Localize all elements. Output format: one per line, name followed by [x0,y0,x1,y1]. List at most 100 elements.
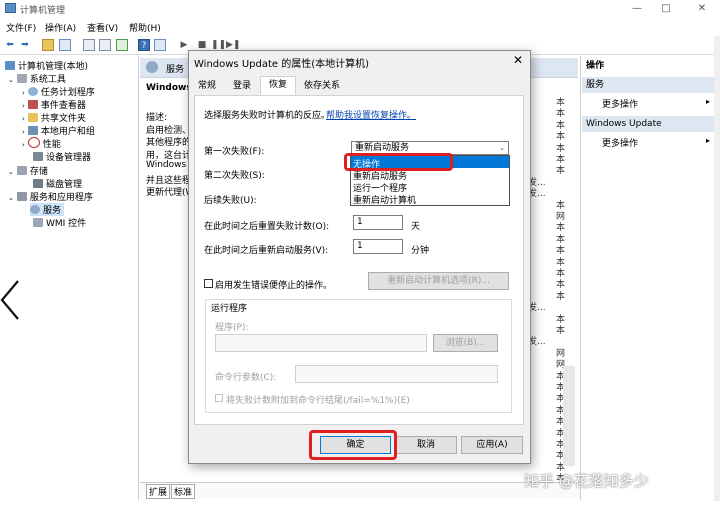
menu-view[interactable]: 查看(V) [87,21,118,34]
tree-services[interactable]: 服务 [30,203,65,216]
shared-folder-icon [27,113,38,122]
tree-device-manager[interactable]: 设备管理器 [33,150,91,163]
tab-general[interactable]: 常规 [194,78,220,95]
tree-system-tools[interactable]: ⌄ 系统工具 [8,72,66,85]
first-failure-label: 第一次失败(F): [204,147,265,157]
window-title: 计算机管理 [20,6,66,16]
tree-task-scheduler[interactable]: › 任务计划程序 [22,85,95,98]
reset-count-unit: 天 [411,222,421,232]
tree-storage[interactable]: ⌄ 存储 [8,164,48,177]
users-icon [27,126,38,135]
apply-button[interactable]: 应用(A) [461,436,523,454]
view-tabs [140,482,580,498]
run-program-group-label: 运行程序 [209,301,250,314]
cmd-params-label: 命令行参数(C): [215,373,277,383]
program-label: 程序(P): [215,323,249,333]
tree-event-viewer[interactable]: › 事件查看器 [22,98,86,111]
tree-local-users[interactable]: › 本地用户和组 [22,124,95,137]
gear-icon [30,205,40,214]
reset-count-label: 在此时间之后重置失败计数(O): [204,222,330,232]
disk-icon [33,179,43,188]
folder-up-icon[interactable] [42,39,54,51]
highlight-ok [309,430,397,460]
maximize-button[interactable]: □ [654,1,678,16]
performance-icon [27,137,40,148]
start-type-cell: 本 [556,291,566,302]
option-restart-computer[interactable]: 重新启动计算机 [353,193,416,206]
enable-stop-error-checkbox[interactable] [204,279,213,288]
tree-disk-management[interactable]: 磁盘管理 [33,177,82,190]
more-actions-link[interactable]: 更多操作 [602,97,638,110]
show-tree-icon[interactable] [59,39,71,51]
services-header-label: 服务 [166,65,185,75]
action-pane-icon[interactable] [154,39,166,51]
menu-help[interactable]: 帮助(H) [129,21,161,34]
dialog-close-button[interactable]: ✕ [510,52,526,68]
append-fail-count-checkbox[interactable] [215,394,223,402]
cmd-params-input[interactable] [295,365,498,383]
desc-line: 其他程序的 [146,138,192,148]
restart-after-unit: 分钟 [411,246,430,256]
dialog-title: Windows Update 的属性(本地计算机) [194,59,370,70]
tab-logon[interactable]: 登录 [228,78,256,95]
gear-icon [146,61,158,73]
desc-line: Windows [146,160,187,170]
restart-after-input[interactable]: 1 [353,239,403,254]
intro-text: 选择服务失败时计算机的反应。 [204,111,331,121]
help-icon[interactable]: ? [138,39,150,51]
close-button[interactable]: ✕ [690,1,714,16]
tab-extended[interactable]: 扩展 [146,484,171,499]
subsequent-failure-label: 后续失败(U): [204,196,257,206]
refresh-icon[interactable] [116,39,128,51]
restart-computer-options-button[interactable]: 重新启动计算机选项(R)... [368,272,509,290]
tab-standard[interactable]: 标准 [171,484,196,499]
cancel-button[interactable]: 取消 [395,436,457,454]
properties-icon[interactable] [83,39,95,51]
forward-arrow-icon[interactable]: ➡ [19,39,31,51]
tree-performance[interactable]: › 性能 [22,137,61,150]
menu-file[interactable]: 文件(F) [6,21,36,34]
help-link[interactable]: 帮助我设置恢复操作。 [326,108,416,121]
browse-button[interactable]: 浏览(B)... [433,334,498,352]
tree-services-apps[interactable]: ⌄ 服务和应用程序 [8,190,93,203]
watermark: 知乎 @花落知多少 [524,472,649,490]
append-fail-count-label: 将失败计数附加到命令行结尾(/fail=%1%)(E) [226,396,410,406]
wmi-icon [33,218,43,227]
desc-line: 描述: [146,113,168,123]
export-list-icon[interactable] [99,39,111,51]
window-scrollbar[interactable] [714,36,720,501]
more-actions-link[interactable]: 更多操作 [602,136,638,149]
back-arrow-icon[interactable]: ⬅ [4,39,16,51]
tools-icon [16,74,27,83]
second-failure-label: 第二次失败(S): [204,171,265,181]
actions-section-services[interactable]: 服务 [582,77,714,93]
device-manager-icon [33,152,43,161]
enable-stop-error-label: 启用发生错误便停止的操作。 [215,281,333,291]
services-apps-icon [16,192,27,201]
actions-section-windows-update[interactable]: Windows Update [582,116,714,132]
chevron-right-icon: ▸ [706,97,711,106]
computer-icon [5,61,15,70]
start-type-cell: 本 [556,166,566,177]
highlight-no-action [344,153,453,171]
tab-recovery[interactable]: 恢复 [260,76,296,96]
minimize-button[interactable]: — [625,1,649,16]
reset-count-input[interactable]: 1 [353,215,403,230]
computer-management-icon [5,3,16,13]
back-chevron-icon[interactable] [0,275,28,325]
menu-action[interactable]: 操作(A) [45,21,76,34]
restart-after-label: 在此时间之后重新启动服务(V): [204,246,329,256]
service-name: Windows [146,83,192,93]
scrollbar-thumb[interactable] [563,366,575,466]
program-input[interactable] [215,334,427,352]
tree-root[interactable]: 计算机管理(本地) [5,59,88,72]
actions-title: 操作 [582,58,714,74]
tree-shared-folders[interactable]: › 共享文件夹 [22,111,86,124]
clock-icon [27,87,38,96]
tree-wmi[interactable]: WMI 控件 [33,216,86,229]
start-type-cell: 本 [556,326,566,336]
chevron-right-icon: ▸ [706,136,711,145]
event-viewer-icon [27,100,38,109]
tab-dependencies[interactable]: 依存关系 [298,78,346,95]
chevron-down-icon: ⌄ [499,144,505,152]
